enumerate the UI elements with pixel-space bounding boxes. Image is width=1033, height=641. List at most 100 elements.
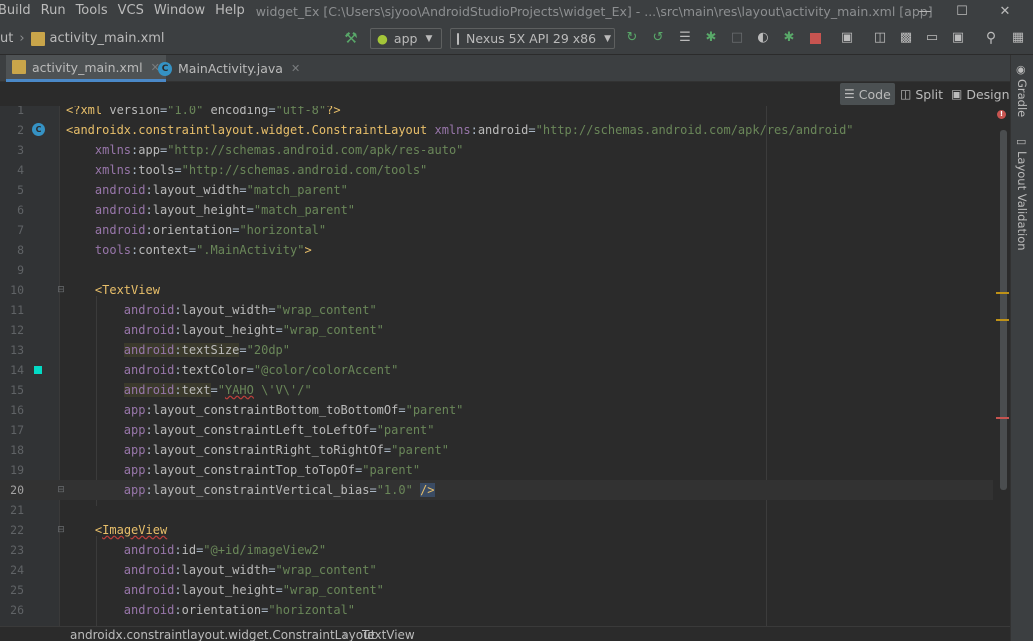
code-text: android:layout_width="match_parent": [94, 183, 348, 197]
code-mode-label: Code: [858, 86, 891, 102]
code-text: android:text="YAHO \'V\'/": [123, 383, 312, 397]
search-icon[interactable]: ⚲: [983, 30, 999, 46]
code-text: app:layout_constraintRight_toRightOf="pa…: [123, 443, 449, 457]
class-gutter-icon[interactable]: C: [32, 123, 45, 136]
window-title: widget_Ex [C:\Users\sjyoo\AndroidStudioP…: [255, 3, 933, 19]
color-swatch-icon[interactable]: [34, 366, 42, 374]
project-structure-icon[interactable]: ▣: [839, 30, 855, 46]
fold-icon[interactable]: ⊟: [56, 285, 66, 295]
code-line[interactable]: 20 app:layout_constraintVertical_bias="1…: [0, 480, 1000, 500]
code-line[interactable]: 17 app:layout_constraintLeft_toLeftOf="p…: [0, 420, 1000, 440]
line-number: 23: [10, 543, 24, 557]
code-line[interactable]: 13 android:textSize="20dp": [0, 340, 1000, 360]
sdk-manager-icon[interactable]: ▭: [924, 30, 940, 46]
code-text: xmlns:tools="http://schemas.android.com/…: [94, 163, 428, 177]
error-marker[interactable]: [996, 417, 1009, 419]
avd-manager-icon[interactable]: ▩: [898, 30, 914, 46]
coverage-icon[interactable]: ☰: [677, 30, 693, 46]
attach-profiler-icon[interactable]: ✱: [781, 30, 797, 46]
split-mode-button[interactable]: ◫ Split: [896, 83, 947, 105]
code-line[interactable]: 10 <TextView ⊟: [0, 280, 1000, 300]
line-number: 22: [10, 523, 24, 537]
breadcrumb-textview[interactable]: TextView: [362, 628, 415, 641]
tab-label: activity_main.xml: [32, 59, 143, 75]
nav-breadcrumb: ut › activity_main.xml: [0, 22, 165, 55]
menu-help[interactable]: Help: [210, 0, 250, 22]
debug-icon[interactable]: ✱: [703, 30, 719, 46]
fold-icon[interactable]: ⊟: [56, 525, 66, 535]
gradle-tool-button[interactable]: Gradle: [1015, 79, 1029, 117]
tab-main-activity[interactable]: C MainActivity.java ✕: [152, 55, 306, 82]
editor-tab-bar: activity_main.xml ✕ C MainActivity.java …: [0, 55, 1010, 82]
chevron-down-icon: ▼: [425, 33, 433, 44]
hammer-icon[interactable]: ⚒: [343, 30, 359, 46]
code-line[interactable]: 16 app:layout_constraintBottom_toBottomO…: [0, 400, 1000, 420]
device-select[interactable]: Nexus 5X API 29 x86 ▼: [450, 28, 615, 49]
sync-project-icon[interactable]: ◫: [872, 30, 888, 46]
code-line[interactable]: 9: [0, 260, 1000, 280]
code-line[interactable]: 14 android:textColor="@color/colorAccent…: [0, 360, 1000, 380]
line-number: 16: [10, 403, 24, 417]
minimize-icon[interactable]: —: [905, 0, 945, 22]
right-tool-strip: ◉ Gradle ▭ Layout Validation: [1010, 55, 1033, 641]
close-icon[interactable]: ✕: [291, 62, 300, 75]
layout-validation-tool-button[interactable]: Layout Validation: [1015, 151, 1029, 251]
stop-icon[interactable]: [807, 30, 823, 46]
maximize-icon[interactable]: ☐: [942, 0, 982, 22]
code-line[interactable]: 7 android:orientation="horizontal": [0, 220, 1000, 240]
profiler-icon[interactable]: ◐: [755, 30, 771, 46]
menu-tools[interactable]: Tools: [71, 0, 113, 22]
layout-file-icon: [30, 31, 45, 46]
layout-inspector-icon[interactable]: ▣: [950, 30, 966, 46]
warning-marker[interactable]: [996, 319, 1009, 321]
attach-debugger-icon[interactable]: □: [729, 30, 745, 46]
code-mode-button[interactable]: ☰ Code: [840, 83, 895, 105]
code-text: android:id="@+id/imageView2": [123, 543, 327, 557]
tab-activity-main[interactable]: activity_main.xml ✕: [6, 55, 166, 82]
code-line[interactable]: 15 android:text="YAHO \'V\'/": [0, 380, 1000, 400]
settings-icon[interactable]: ▦: [1010, 30, 1026, 46]
code-line[interactable]: 4 xmlns:tools="http://schemas.android.co…: [0, 160, 1000, 180]
chevron-down-icon: ▼: [604, 33, 611, 44]
code-editor[interactable]: 1 <?xml version="1.0" encoding="utf-8"?> 2…: [0, 106, 1010, 626]
code-line[interactable]: 23 android:id="@+id/imageView2": [0, 540, 1000, 560]
menu-vcs[interactable]: VCS: [113, 0, 149, 22]
code-text: <TextView: [94, 283, 160, 297]
vertical-scrollbar[interactable]: [1000, 130, 1007, 490]
line-number: 24: [10, 563, 24, 577]
main-toolbar: ut › activity_main.xml ⚒ ● app ▼ Nexus 5…: [0, 22, 1033, 55]
code-line[interactable]: 8 tools:context=".MainActivity">: [0, 240, 1000, 260]
code-line[interactable]: 19 app:layout_constraintTop_toTopOf="par…: [0, 460, 1000, 480]
line-number: 19: [10, 463, 24, 477]
apply-changes-icon[interactable]: ↻: [624, 30, 640, 46]
apply-code-changes-icon[interactable]: ↺: [650, 30, 666, 46]
breadcrumb-constraintlayout[interactable]: androidx.constraintlayout.widget.Constra…: [70, 628, 375, 641]
code-line[interactable]: 26 android:orientation="horizontal": [0, 600, 1000, 620]
close-window-icon[interactable]: ✕: [985, 0, 1025, 22]
error-indicator-icon[interactable]: !: [997, 110, 1006, 119]
design-mode-label: Design: [966, 86, 1010, 102]
code-line[interactable]: 18 app:layout_constraintRight_toRightOf=…: [0, 440, 1000, 460]
code-line[interactable]: 3 xmlns:app="http://schemas.android.com/…: [0, 140, 1000, 160]
editor-mode-bar: ☰ Code ◫ Split ▣ Design: [0, 82, 1010, 106]
code-line[interactable]: 1 <?xml version="1.0" encoding="utf-8"?>: [0, 106, 1000, 120]
warning-marker[interactable]: [996, 292, 1009, 294]
fold-icon[interactable]: ⊟: [56, 485, 66, 495]
design-mode-button[interactable]: ▣ Design: [947, 83, 1014, 105]
code-line[interactable]: 11 android:layout_width="wrap_content": [0, 300, 1000, 320]
line-number: 20: [10, 483, 24, 497]
run-config-select[interactable]: ● app ▼: [370, 28, 442, 49]
code-line[interactable]: 24 android:layout_width="wrap_content": [0, 560, 1000, 580]
menu-window[interactable]: Window: [149, 0, 210, 22]
code-line[interactable]: 12 android:layout_height="wrap_content": [0, 320, 1000, 340]
menu-build[interactable]: Build: [0, 0, 36, 22]
nav-crumb-prefix[interactable]: ut: [0, 31, 13, 46]
code-line[interactable]: 21: [0, 500, 1000, 520]
code-line[interactable]: 6 android:layout_height="match_parent": [0, 200, 1000, 220]
nav-crumb-file[interactable]: activity_main.xml: [50, 31, 165, 46]
code-line[interactable]: 25 android:layout_height="wrap_content": [0, 580, 1000, 600]
code-line[interactable]: 22 <ImageView ⊟: [0, 520, 1000, 540]
code-line[interactable]: 2 <androidx.constraintlayout.widget.Const…: [0, 120, 1000, 140]
code-line[interactable]: 5 android:layout_width="match_parent": [0, 180, 1000, 200]
menu-run[interactable]: Run: [36, 0, 71, 22]
